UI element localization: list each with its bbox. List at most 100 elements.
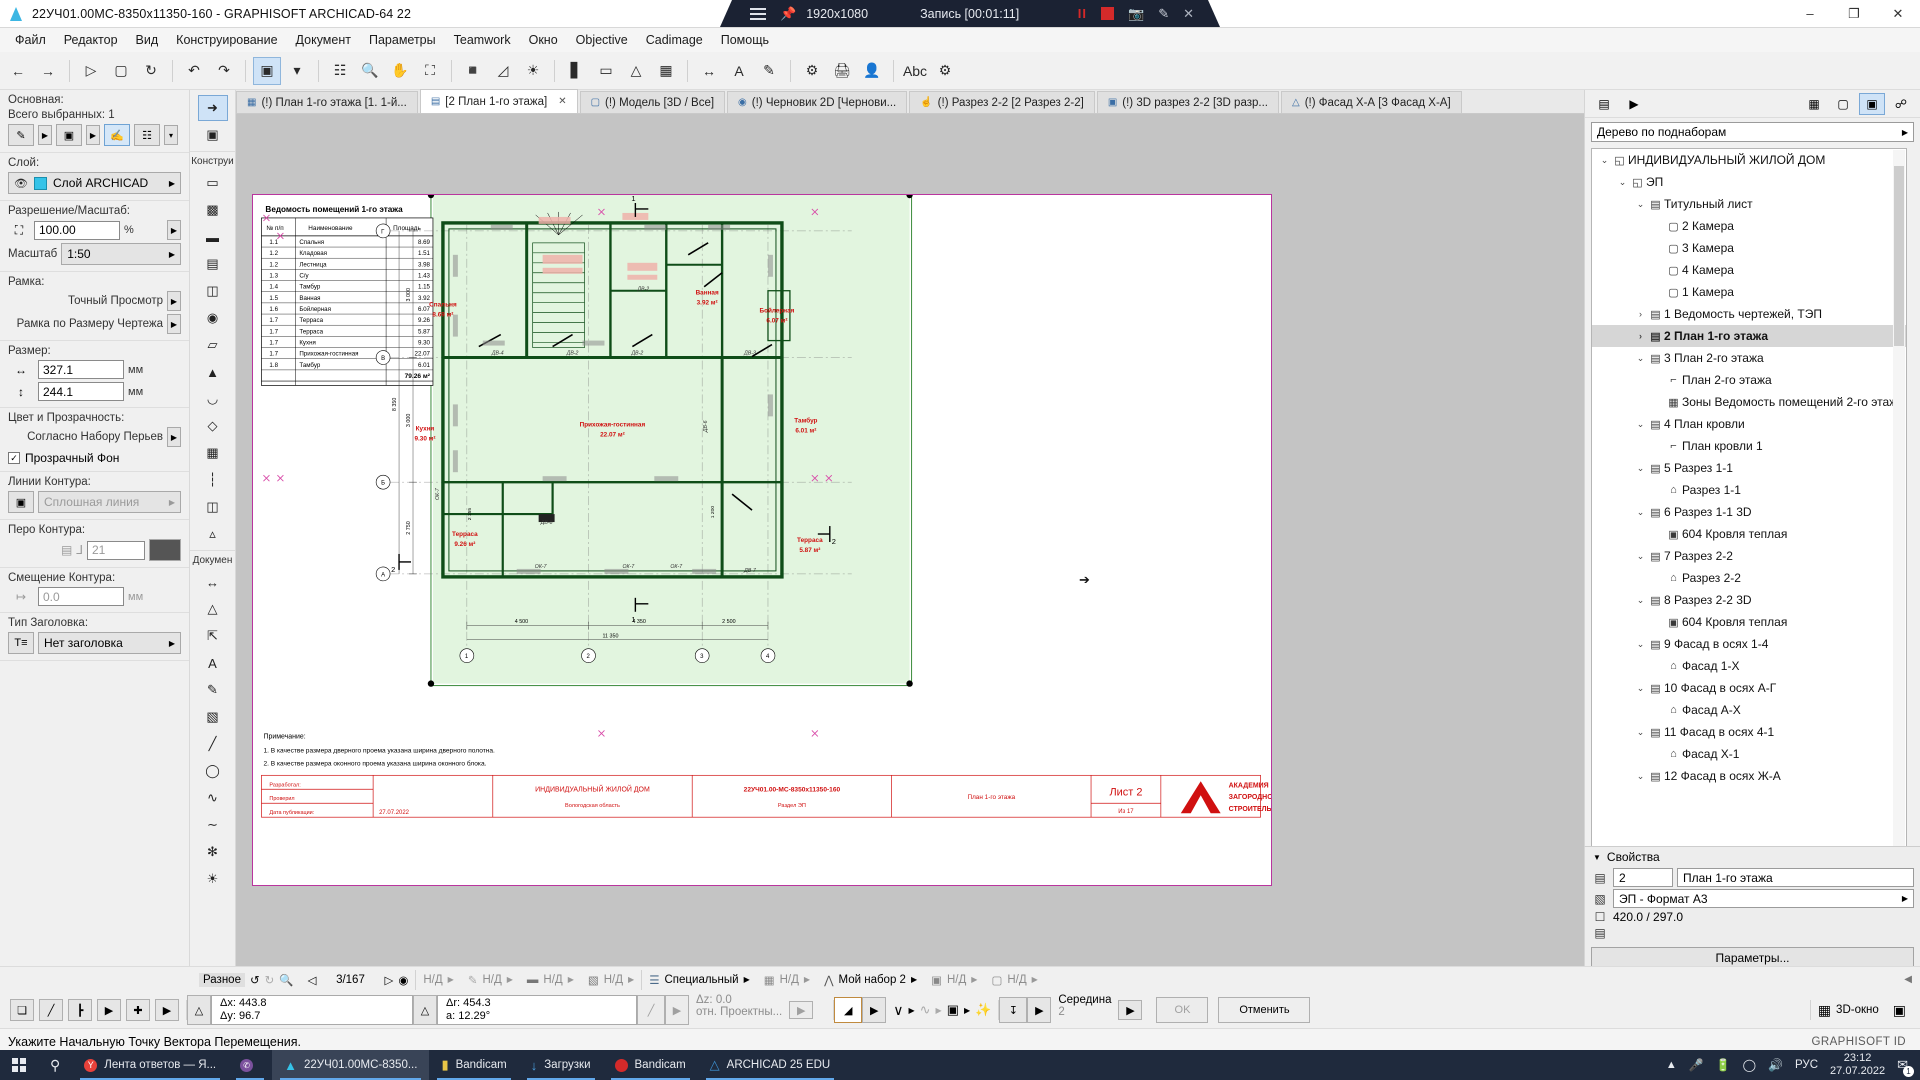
navigator-tree-item[interactable]: ›▤1 Ведомость чертежей, ТЭП xyxy=(1592,303,1906,325)
elevation-mode-button[interactable]: ╱ xyxy=(637,995,665,1025)
menu-edit[interactable]: Редактор xyxy=(55,30,127,50)
snap-line-button[interactable]: ╱ xyxy=(39,999,63,1021)
navigator-tree-item[interactable]: ⌄▤12 Фасад в осях Ж-А xyxy=(1592,765,1906,787)
railing-tool[interactable]: ┆ xyxy=(198,467,228,493)
drawing-tool-button[interactable]: ✍ xyxy=(104,124,130,146)
transparent-bg-checkbox[interactable]: ✓ Прозрачный Фон xyxy=(8,451,181,465)
layout-id-input[interactable]: 2 xyxy=(1613,868,1673,887)
navigator-tree-item[interactable]: ⌂Фасад 1-Х xyxy=(1592,655,1906,677)
select-area-button[interactable]: ▣ xyxy=(56,124,82,146)
level-dimension-tool[interactable]: △ xyxy=(198,596,228,622)
taskbar-item-downloads[interactable]: ↓ Загрузки xyxy=(519,1050,603,1080)
axon-icon[interactable]: ◿ xyxy=(489,57,517,85)
frame-size-dropdown[interactable]: ▶ xyxy=(167,314,181,334)
mesh-tool-icon[interactable]: ▦ xyxy=(652,57,680,85)
elevation-dropdown[interactable]: ▶ xyxy=(665,995,689,1025)
navigator-tree-item[interactable]: ⌄▤6 Разрез 1-1 3D xyxy=(1592,501,1906,523)
resolution-dropdown[interactable]: ▶ xyxy=(167,220,181,240)
radial-dimension-tool[interactable]: ⇱ xyxy=(198,623,228,649)
color-dropdown[interactable]: ▶ xyxy=(167,427,181,447)
edit-drawing-button[interactable]: ✎ xyxy=(8,124,34,146)
twisty-icon[interactable]: ⌄ xyxy=(1634,771,1647,782)
tab-draft-2d[interactable]: ◉ (!) Черновик 2D [Чернови... xyxy=(727,91,907,113)
angle-snap-button[interactable]: ◢ xyxy=(834,997,862,1023)
coord-expand-button[interactable]: △ xyxy=(187,995,211,1025)
close-button[interactable]: ✕ xyxy=(1876,0,1920,28)
menu-teamwork[interactable]: Teamwork xyxy=(445,30,520,50)
navigator-tree-item[interactable]: ▢3 Камера xyxy=(1592,237,1906,259)
navigator-back-icon[interactable]: ▤ xyxy=(1591,93,1617,115)
arrow-left-icon[interactable]: ← xyxy=(4,57,32,85)
slab-tool[interactable]: ▱ xyxy=(198,332,228,358)
snap-mode-dropdown[interactable]: ▶ xyxy=(1118,1000,1142,1020)
cancel-button[interactable]: Отменить xyxy=(1218,997,1310,1023)
settings-icon[interactable]: ⚙ xyxy=(931,57,959,85)
roof-tool-icon[interactable]: △ xyxy=(622,57,650,85)
profile-group[interactable]: ⋀ Мой набор 2 ▶ xyxy=(817,969,924,991)
marquee-tool-icon[interactable]: ▢ xyxy=(107,57,135,85)
pointer-tool-icon[interactable]: ▷ xyxy=(77,57,105,85)
battery-icon[interactable]: 🔋 xyxy=(1716,1058,1731,1072)
select-area-dropdown[interactable]: ▶ xyxy=(86,125,100,145)
snap-guide-button[interactable]: ┣ xyxy=(68,999,92,1021)
resolution-input[interactable]: 100.00 xyxy=(34,221,120,240)
menu-icon[interactable] xyxy=(750,8,766,20)
stop-icon[interactable] xyxy=(1101,7,1114,20)
dropdown-icon[interactable]: ▾ xyxy=(283,57,311,85)
arrow-right-icon[interactable]: → xyxy=(34,57,62,85)
slab-tool-icon[interactable]: ▭ xyxy=(592,57,620,85)
pen-combo-group[interactable]: ✎ Н/Д ▶ xyxy=(461,969,520,991)
twisty-icon[interactable]: › xyxy=(1634,309,1647,319)
door-tool[interactable]: ◫ xyxy=(198,278,228,304)
gravity-button[interactable]: ↧ xyxy=(999,997,1027,1023)
language-indicator[interactable]: РУС xyxy=(1795,1059,1818,1071)
print-icon[interactable]: 🖨 xyxy=(828,57,856,85)
menu-design[interactable]: Конструирование xyxy=(167,30,286,50)
taskbar-item-bandicam-folder[interactable]: ▮ Bandicam xyxy=(429,1050,518,1080)
navigator-tree-item[interactable]: ▣604 Кровля теплая xyxy=(1592,523,1906,545)
title-type-selector[interactable]: Нет заголовка ▶ xyxy=(38,632,181,654)
twisty-icon[interactable]: ⌄ xyxy=(1634,727,1647,738)
navigator-tree-item[interactable]: ▢2 Камера xyxy=(1592,215,1906,237)
frame-view-dropdown[interactable]: ▶ xyxy=(167,291,181,311)
properties-header[interactable]: ▼ Свойства xyxy=(1585,847,1920,867)
gravity-dropdown[interactable]: ▶ xyxy=(1027,997,1051,1023)
layer-settings-icon[interactable]: ▣ xyxy=(253,57,281,85)
snap-special-dropdown[interactable]: ▶ xyxy=(155,999,179,1021)
magic-wand-icon[interactable]: ✨ xyxy=(975,1002,991,1018)
navigator-tree-item[interactable]: ▢1 Камера xyxy=(1592,281,1906,303)
master-layout-selector[interactable]: ЭП - Формат А3 ▶ xyxy=(1613,889,1914,908)
start-button[interactable] xyxy=(0,1050,38,1080)
shell-tool[interactable]: ◡ xyxy=(198,386,228,412)
navigator-tree-item[interactable]: ⌄▤11 Фасад в осях 4-1 xyxy=(1592,721,1906,743)
taskbar-item-viber[interactable]: ✆ xyxy=(228,1050,272,1080)
text-tool[interactable]: A xyxy=(198,650,228,676)
zoom-icon-status[interactable]: 🔍 xyxy=(279,973,293,987)
navigator-tree-item[interactable]: ▣604 Кровля теплая xyxy=(1592,611,1906,633)
close-icon[interactable]: ✕ xyxy=(558,96,566,107)
wall-tool[interactable]: ▭ xyxy=(198,170,228,196)
teamwork-icon[interactable]: 👤 xyxy=(858,57,886,85)
navigator-tree-item[interactable]: ⌄▤9 Фасад в осях 1-4 xyxy=(1592,633,1906,655)
volume-icon[interactable]: 🔊 xyxy=(1768,1058,1783,1072)
drawing-settings-button[interactable]: ☷ xyxy=(134,124,160,146)
ok-button[interactable]: OK xyxy=(1156,997,1208,1023)
redo-icon[interactable]: ↷ xyxy=(210,57,238,85)
3d-window-group[interactable]: ▦ 3D-окно xyxy=(1811,999,1886,1021)
twisty-icon[interactable]: ⌄ xyxy=(1634,507,1647,518)
view-map-icon[interactable]: ▢ xyxy=(1830,93,1856,115)
contour-offset-input[interactable]: 0.0 xyxy=(38,587,124,606)
renovation-group[interactable]: ▢ Н/Д ▶ xyxy=(984,969,1044,991)
navigator-tree-item[interactable]: ⌄▤4 План кровли xyxy=(1592,413,1906,435)
dimension-tool[interactable]: ↔ xyxy=(198,569,228,595)
column-tool[interactable]: ▩ xyxy=(198,197,228,223)
menu-objective[interactable]: Objective xyxy=(567,30,637,50)
offset-icon-status[interactable]: ▣ xyxy=(947,1002,959,1018)
perpendicular-icon[interactable]: ∨ xyxy=(893,1002,903,1019)
spline-tool[interactable]: ∼ xyxy=(198,812,228,838)
twisty-icon[interactable]: ⌄ xyxy=(1598,155,1611,166)
curve-icon[interactable]: ∿ xyxy=(920,1002,931,1018)
offset-dropdown[interactable]: ▶ xyxy=(964,1006,970,1015)
pen-icon[interactable]: ✎ xyxy=(1158,6,1169,22)
undo-icon[interactable]: ↶ xyxy=(180,57,208,85)
